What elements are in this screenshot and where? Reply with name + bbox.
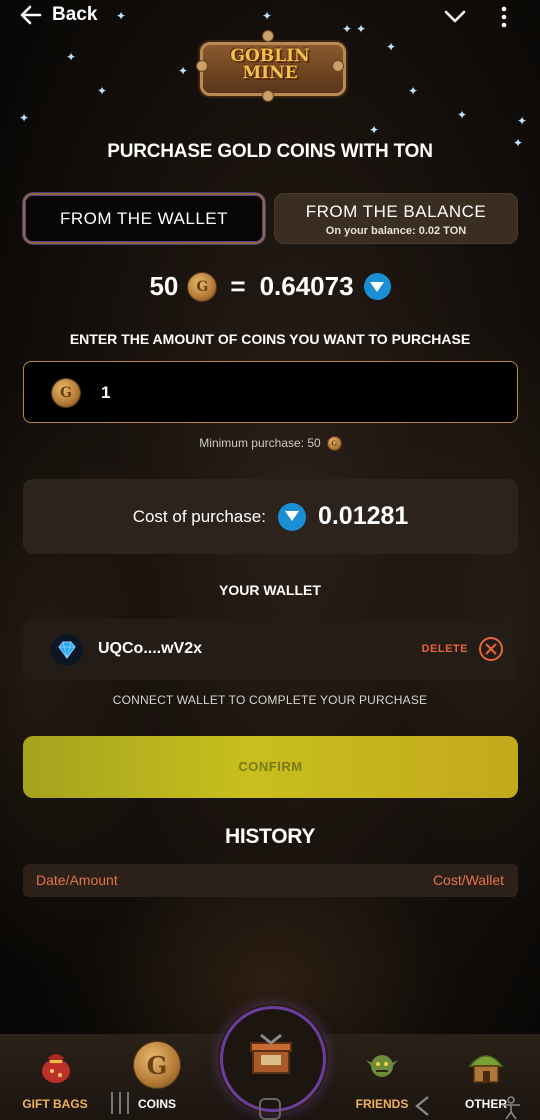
back-button[interactable]: Back (20, 4, 97, 26)
nav-friends[interactable]: FRIENDS (350, 1034, 414, 1120)
cost-value: 0.01281 (317, 502, 409, 530)
rate-coins-value: 50 (149, 271, 179, 301)
connect-wallet-note: CONNECT WALLET TO COMPLETE YOUR PURCHASE (112, 693, 428, 707)
confirm-button[interactable]: CONFIRM (23, 736, 518, 798)
minimum-purchase-note: Minimum purchase: 50 (0, 436, 540, 450)
sparkle-icon: ✦ (369, 123, 380, 137)
history-table-header: Date/Amount Cost/Wallet (23, 864, 518, 897)
nav-friends-label: FRIENDS (355, 1097, 409, 1111)
goblin-mine-logo: GOBLIN MINE (192, 28, 348, 102)
gold-coin-icon (52, 379, 80, 407)
system-back-icon[interactable] (414, 1095, 430, 1117)
goblin-friends-icon (366, 1055, 398, 1077)
history-col-date-amount: Date/Amount (36, 872, 118, 888)
sparkle-icon: ✦ (457, 108, 468, 122)
tab-from-wallet-label: FROM THE WALLET (59, 209, 229, 228)
gold-coin-icon (134, 1042, 180, 1088)
wallet-address: UQCo....wV2x (98, 640, 203, 657)
home-icon[interactable] (259, 1098, 281, 1120)
rate-ton-value: 0.64073 (259, 271, 354, 301)
arrow-left-icon (20, 5, 42, 25)
sparkle-icon: ✦ (408, 84, 419, 98)
sparkle-icon: ✦ (386, 40, 397, 54)
history-title: HISTORY (224, 825, 316, 848)
bottom-nav: GIFT BAGS COINS FRIENDS OTHER (0, 1006, 540, 1120)
amount-label: ENTER THE AMOUNT OF COINS YOU WANT TO PU… (69, 331, 471, 347)
cost-of-purchase: Cost of purchase: 0.01281 (23, 479, 518, 554)
ton-icon (363, 273, 391, 300)
back-label: Back (52, 4, 98, 25)
nav-mine-home[interactable] (220, 1006, 326, 1112)
sparkle-icon: ✦ (66, 50, 77, 64)
tab-from-balance-label: FROM THE BALANCE (305, 202, 487, 221)
sparkle-icon: ✦ (97, 84, 108, 98)
hut-icon (468, 1055, 504, 1083)
gold-coin-icon (327, 436, 341, 450)
logo-text-line2: MINE (242, 63, 298, 83)
gift-bag-icon (42, 1054, 70, 1083)
mine-chest-icon (250, 1033, 292, 1074)
nav-coins-label: COINS (137, 1097, 176, 1111)
delete-label: DELETE (421, 643, 468, 655)
close-circle-icon (479, 637, 503, 661)
coin-amount-value: 1 (101, 383, 111, 402)
your-wallet-label: YOUR WALLET (219, 582, 321, 598)
accessibility-icon[interactable] (500, 1096, 522, 1120)
chevron-down-icon[interactable] (443, 6, 467, 26)
nav-coins[interactable]: COINS (126, 1034, 188, 1120)
page-title: PURCHASE GOLD COINS WITH TON (107, 141, 433, 162)
wallet-diamond-icon (51, 634, 83, 666)
cost-label: Cost of purchase: (132, 506, 266, 526)
rate-equals: = (230, 271, 246, 301)
history-col-cost-wallet: Cost/Wallet (432, 872, 504, 888)
recent-apps-icon[interactable] (109, 1092, 131, 1114)
sparkle-icon: ✦ (178, 64, 189, 78)
gold-coin-icon (188, 272, 217, 301)
tab-from-wallet[interactable]: FROM THE WALLET (23, 193, 265, 244)
tab-from-balance[interactable]: FROM THE BALANCE On your balance: 0.02 T… (274, 193, 518, 244)
cave-background (0, 0, 540, 1120)
ton-icon (277, 502, 306, 531)
nav-gift-bags-label: GIFT BAGS (22, 1097, 88, 1111)
coin-amount-input[interactable]: 1 (23, 361, 518, 423)
sparkle-icon: ✦ (19, 111, 30, 125)
balance-amount-text: On your balance: 0.02 TON (325, 225, 467, 237)
sparkle-icon: ✦ (517, 114, 528, 128)
delete-wallet-button[interactable]: DELETE (422, 636, 504, 662)
connected-wallet: UQCo....wV2x DELETE (23, 619, 518, 680)
minimum-purchase-text: Minimum purchase: 50 (199, 436, 321, 450)
more-vertical-icon[interactable] (500, 6, 508, 28)
exchange-rate: 50 = 0.64073 (0, 271, 540, 302)
nav-gift-bags[interactable]: GIFT BAGS (18, 1034, 92, 1120)
